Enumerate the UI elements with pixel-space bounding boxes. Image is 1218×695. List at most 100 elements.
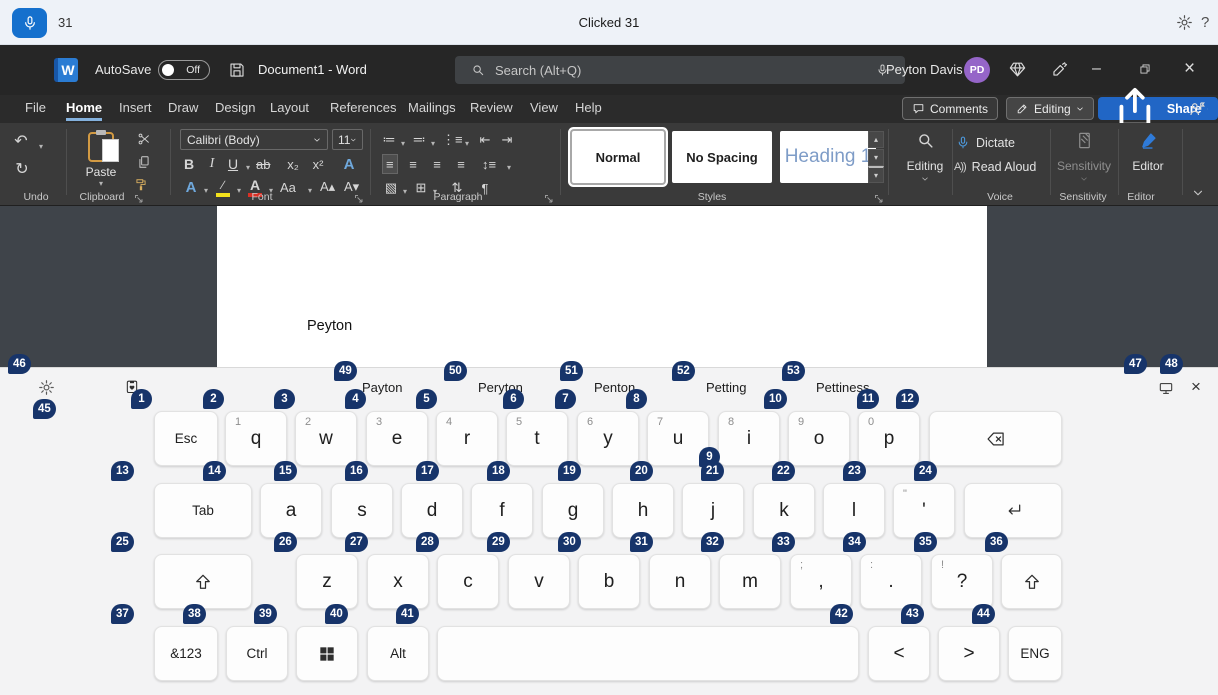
font-control-8[interactable]: A xyxy=(184,177,198,197)
tab-layout[interactable]: Layout xyxy=(270,96,309,121)
key-eng[interactable]: ENG xyxy=(1008,626,1062,681)
key-&123[interactable]: &123 xyxy=(154,626,218,681)
keyboard-close-icon[interactable]: × xyxy=(1191,368,1201,406)
font-control-7[interactable]: A xyxy=(342,154,356,174)
key-y[interactable]: 6y xyxy=(577,411,639,466)
key-s[interactable]: s xyxy=(331,483,393,538)
key-a[interactable]: a xyxy=(260,483,322,538)
feedback-pen-icon[interactable] xyxy=(1050,60,1069,79)
key-m[interactable]: m xyxy=(719,554,781,609)
collapse-ribbon-icon[interactable] xyxy=(1192,187,1204,199)
keyboard-settings-gear-icon[interactable] xyxy=(38,379,55,396)
enter-key[interactable] xyxy=(964,483,1062,538)
key-w[interactable]: 2w xyxy=(295,411,357,466)
space-key[interactable] xyxy=(437,626,859,681)
dialog-launcher-icon[interactable] xyxy=(134,191,144,201)
windows-key[interactable] xyxy=(296,626,358,681)
styles-scroll-up-icon[interactable]: ▴ xyxy=(868,131,884,148)
key-'[interactable]: "' xyxy=(893,483,955,538)
undo-control-1[interactable]: ▾ xyxy=(34,136,48,156)
close-button[interactable]: × xyxy=(1184,45,1195,93)
dialog-launcher-icon[interactable] xyxy=(544,191,554,201)
font-control-1[interactable]: I xyxy=(205,154,219,174)
format-painter-icon[interactable] xyxy=(134,178,148,192)
premium-diamond-icon[interactable] xyxy=(1008,60,1027,79)
tab-references[interactable]: References xyxy=(330,96,396,121)
font-name-select[interactable]: Calibri (Body) xyxy=(180,129,328,150)
key-c[interactable]: c xyxy=(437,554,499,609)
font-control-6[interactable]: x² xyxy=(311,154,325,174)
paragraph-control-8[interactable]: ≡ xyxy=(382,154,398,174)
suggestion-petting[interactable]: Petting xyxy=(706,380,746,395)
key->[interactable]: > xyxy=(938,626,1000,681)
font-control-11[interactable]: ▾ xyxy=(232,180,246,200)
font-control-3[interactable]: ▾ xyxy=(241,157,255,177)
key-?[interactable]: !? xyxy=(931,554,993,609)
font-control-10[interactable]: ∕ xyxy=(216,177,230,197)
paragraph-control-15[interactable]: ▾ xyxy=(398,181,412,201)
key-r[interactable]: 4r xyxy=(436,411,498,466)
save-icon[interactable] xyxy=(228,61,246,79)
styles-gallery-more-icon[interactable]: ▾ xyxy=(868,166,884,183)
key-x[interactable]: x xyxy=(367,554,429,609)
font-control-5[interactable]: x₂ xyxy=(286,154,300,174)
font-control-9[interactable]: ▾ xyxy=(199,180,213,200)
key-d[interactable]: d xyxy=(401,483,463,538)
paragraph-control-0[interactable]: ≔ xyxy=(382,130,396,150)
tab-view[interactable]: View xyxy=(530,96,558,121)
tab-mailings[interactable]: Mailings xyxy=(408,96,456,121)
tab-file[interactable]: File xyxy=(25,96,46,121)
shift-right-key[interactable] xyxy=(1001,554,1062,609)
dictate-button[interactable]: Dictate xyxy=(956,134,1015,151)
key-n[interactable]: n xyxy=(649,554,711,609)
key-e[interactable]: 3e xyxy=(366,411,428,466)
copy-icon[interactable] xyxy=(137,155,151,169)
paragraph-control-2[interactable]: ≕ xyxy=(412,130,426,150)
keyboard-dock-icon[interactable] xyxy=(1156,380,1176,397)
dialog-launcher-icon[interactable] xyxy=(874,191,884,201)
search-input[interactable]: Search (Alt+Q) xyxy=(455,56,905,84)
key-j[interactable]: j xyxy=(682,483,744,538)
font-control-4[interactable]: ab xyxy=(256,154,270,174)
tab-design[interactable]: Design xyxy=(215,96,255,121)
paragraph-control-12[interactable]: ↕≡ xyxy=(482,154,496,174)
key-tab[interactable]: Tab xyxy=(154,483,252,538)
key-q[interactable]: 1q xyxy=(225,411,287,466)
paragraph-control-14[interactable]: ▧ xyxy=(384,178,398,198)
tab-help[interactable]: Help xyxy=(575,96,602,121)
undo-control-2[interactable]: ↻ xyxy=(15,159,29,179)
tab-review[interactable]: Review xyxy=(470,96,513,121)
font-control-14[interactable]: Aa xyxy=(280,177,296,197)
key-f[interactable]: f xyxy=(471,483,533,538)
key-p[interactable]: 0p xyxy=(858,411,920,466)
key-l[interactable]: l xyxy=(823,483,885,538)
shift-left-key[interactable] xyxy=(154,554,252,609)
tab-home[interactable]: Home xyxy=(66,96,102,121)
font-size-select[interactable]: 11 xyxy=(332,129,363,150)
autosave-toggle[interactable]: Off xyxy=(158,60,210,80)
font-control-0[interactable]: B xyxy=(182,154,196,174)
key-.[interactable]: :. xyxy=(860,554,922,609)
paragraph-control-13[interactable]: ▾ xyxy=(502,157,516,177)
font-control-16[interactable]: A▴ xyxy=(320,177,335,197)
paragraph-control-1[interactable]: ▾ xyxy=(396,133,410,153)
catch-up-icon[interactable] xyxy=(1188,100,1206,118)
key-,[interactable]: ;, xyxy=(790,554,852,609)
avatar[interactable]: PD xyxy=(964,57,990,83)
key-esc[interactable]: Esc xyxy=(154,411,218,466)
settings-gear-icon[interactable] xyxy=(1176,14,1193,31)
backspace-key[interactable] xyxy=(929,411,1062,466)
read-aloud-button[interactable]: A)) Read Aloud xyxy=(954,160,1036,174)
paragraph-control-7[interactable]: ⇥ xyxy=(500,130,514,150)
paragraph-control-6[interactable]: ⇤ xyxy=(478,130,492,150)
key-i[interactable]: 8i xyxy=(718,411,780,466)
minimize-button[interactable]: – xyxy=(1092,45,1101,93)
paragraph-control-9[interactable]: ≡ xyxy=(406,154,420,174)
tab-insert[interactable]: Insert xyxy=(119,96,152,121)
suggestion-payton[interactable]: Payton xyxy=(362,380,402,395)
key-<[interactable]: < xyxy=(868,626,930,681)
key-o[interactable]: 9o xyxy=(788,411,850,466)
font-control-15[interactable]: ▾ xyxy=(303,180,317,200)
editor-button[interactable]: Editor xyxy=(1122,128,1174,173)
key-v[interactable]: v xyxy=(508,554,570,609)
